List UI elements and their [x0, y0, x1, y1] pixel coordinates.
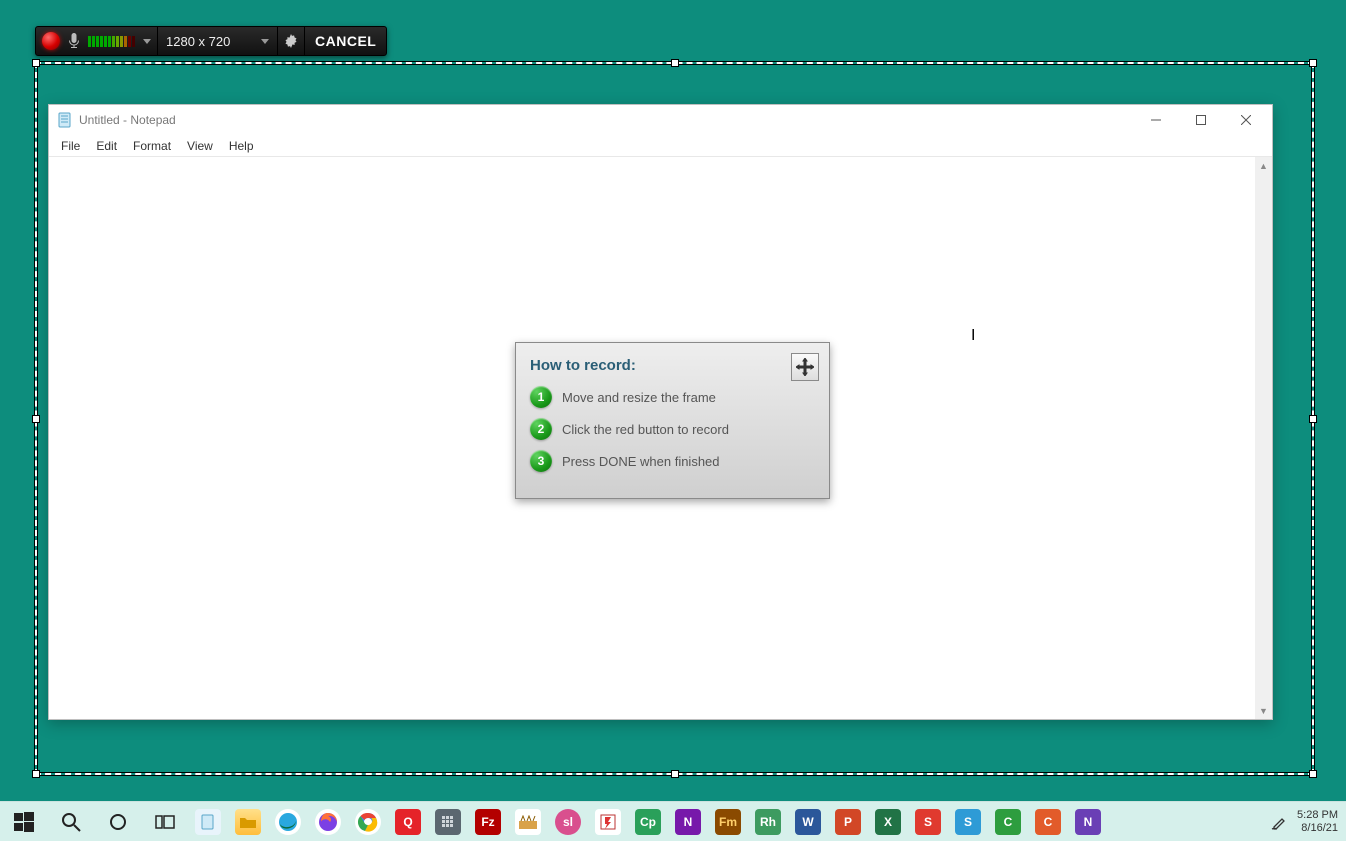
howto-step-1: 1 Move and resize the frame: [530, 386, 815, 408]
taskbar-app-quicken[interactable]: Q: [388, 802, 428, 841]
menu-file[interactable]: File: [53, 136, 88, 156]
start-button[interactable]: [0, 802, 47, 841]
audio-level-meter: [88, 36, 135, 47]
notepad-title: Untitled - Notepad: [79, 113, 1133, 127]
resize-handle-mr[interactable]: [1309, 415, 1317, 423]
resize-handle-tr[interactable]: [1309, 59, 1317, 67]
scroll-down-icon[interactable]: ▼: [1255, 702, 1272, 719]
paint-icon: [519, 815, 537, 829]
calculator-icon: [441, 815, 455, 829]
settings-button[interactable]: [278, 27, 305, 55]
scroll-up-icon[interactable]: ▲: [1255, 157, 1272, 174]
taskbar-app-paint[interactable]: [508, 802, 548, 841]
taskbar-app-slack[interactable]: sl: [548, 802, 588, 841]
taskbar-app-capture2[interactable]: C: [1028, 802, 1068, 841]
text-cursor-icon: I: [971, 327, 975, 345]
maximize-button[interactable]: [1178, 106, 1223, 134]
taskbar-app-framemaker[interactable]: Fm: [708, 802, 748, 841]
clock-time: 5:28 PM: [1297, 809, 1338, 822]
taskbar-app-word[interactable]: W: [788, 802, 828, 841]
resize-handle-ml[interactable]: [32, 415, 40, 423]
desktop: 1280 x 720 CANCEL Untitled - Notepad: [0, 0, 1346, 841]
dimensions-value: 1280 x 720: [166, 34, 230, 49]
taskbar-clock[interactable]: 5:28 PM 8/16/21: [1291, 809, 1338, 834]
taskbar-app-excel[interactable]: X: [868, 802, 908, 841]
step-text-2: Click the red button to record: [562, 422, 729, 437]
record-button[interactable]: [42, 32, 60, 50]
move-icon: [796, 358, 814, 376]
taskbar-app-chrome[interactable]: [348, 802, 388, 841]
cortana-button[interactable]: [94, 802, 141, 841]
taskbar-app-calculator[interactable]: [428, 802, 468, 841]
notepad-icon: [200, 814, 216, 830]
edge-icon: [278, 812, 298, 832]
dimensions-dropdown-icon[interactable]: [261, 39, 269, 44]
resize-handle-bm[interactable]: [671, 770, 679, 778]
taskbar-app-filezilla[interactable]: Fz: [468, 802, 508, 841]
folder-icon: [240, 816, 256, 828]
menu-format[interactable]: Format: [125, 136, 179, 156]
resize-handle-br[interactable]: [1309, 770, 1317, 778]
taskbar-app-robohelp[interactable]: Rh: [748, 802, 788, 841]
vertical-scrollbar[interactable]: ▲ ▼: [1255, 157, 1272, 719]
step-text-1: Move and resize the frame: [562, 390, 716, 405]
microphone-icon: [68, 33, 80, 49]
close-button[interactable]: [1223, 106, 1268, 134]
dimensions-field[interactable]: 1280 x 720: [158, 27, 278, 55]
step-badge-2: 2: [530, 418, 552, 440]
clock-date: 8/16/21: [1297, 822, 1338, 835]
search-icon: [61, 812, 81, 832]
notepad-menubar: File Edit Format View Help: [49, 135, 1272, 157]
taskbar-app-notepad[interactable]: [188, 802, 228, 841]
taskbar-app-screenrec[interactable]: S: [948, 802, 988, 841]
resize-handle-tl[interactable]: [32, 59, 40, 67]
howto-title: How to record:: [530, 357, 815, 374]
howto-step-2: 2 Click the red button to record: [530, 418, 815, 440]
system-tray: 5:28 PM 8/16/21: [1267, 802, 1346, 841]
taskbar-app-explorer[interactable]: [228, 802, 268, 841]
step-badge-1: 1: [530, 386, 552, 408]
taskbar-app-snagit[interactable]: S: [908, 802, 948, 841]
chrome-icon: [358, 812, 378, 832]
menu-view[interactable]: View: [179, 136, 221, 156]
task-view-button[interactable]: [141, 802, 188, 841]
search-button[interactable]: [47, 802, 94, 841]
move-handle-button[interactable]: [791, 353, 819, 381]
menu-edit[interactable]: Edit: [88, 136, 125, 156]
resize-handle-bl[interactable]: [32, 770, 40, 778]
taskbar: Q Fz sl Cp N Fm Rh W P X S S C C N 5:28 …: [0, 801, 1346, 841]
taskbar-app-firefox[interactable]: [308, 802, 348, 841]
menu-help[interactable]: Help: [221, 136, 262, 156]
taskbar-app-captivate[interactable]: Cp: [628, 802, 668, 841]
pen-icon: [1271, 814, 1287, 830]
taskbar-apps: Q Fz sl Cp N Fm Rh W P X S S C C N: [188, 802, 1108, 841]
cancel-button[interactable]: CANCEL: [305, 27, 386, 55]
help-icon: [599, 813, 617, 831]
tray-pen-icon[interactable]: [1267, 814, 1291, 830]
howto-panel: How to record: 1 Move and resize the fra…: [515, 342, 830, 499]
windows-logo-icon: [14, 812, 34, 832]
taskbar-app-onenote[interactable]: N: [668, 802, 708, 841]
howto-step-3: 3 Press DONE when finished: [530, 450, 815, 472]
cancel-label: CANCEL: [315, 33, 376, 49]
taskbar-app-camtasia[interactable]: C: [988, 802, 1028, 841]
recorder-toolbar: 1280 x 720 CANCEL: [35, 26, 387, 56]
cortana-icon: [108, 812, 128, 832]
gear-icon: [284, 34, 298, 48]
taskbar-app-help[interactable]: [588, 802, 628, 841]
step-text-3: Press DONE when finished: [562, 454, 720, 469]
notepad-titlebar[interactable]: Untitled - Notepad: [49, 105, 1272, 135]
taskbar-app-powerpoint[interactable]: P: [828, 802, 868, 841]
notepad-app-icon: [57, 112, 73, 128]
task-view-icon: [155, 812, 175, 832]
taskbar-app-edge[interactable]: [268, 802, 308, 841]
firefox-icon: [318, 812, 338, 832]
audio-dropdown-icon[interactable]: [143, 39, 151, 44]
minimize-button[interactable]: [1133, 106, 1178, 134]
step-badge-3: 3: [530, 450, 552, 472]
resize-handle-tm[interactable]: [671, 59, 679, 67]
taskbar-app-n2[interactable]: N: [1068, 802, 1108, 841]
